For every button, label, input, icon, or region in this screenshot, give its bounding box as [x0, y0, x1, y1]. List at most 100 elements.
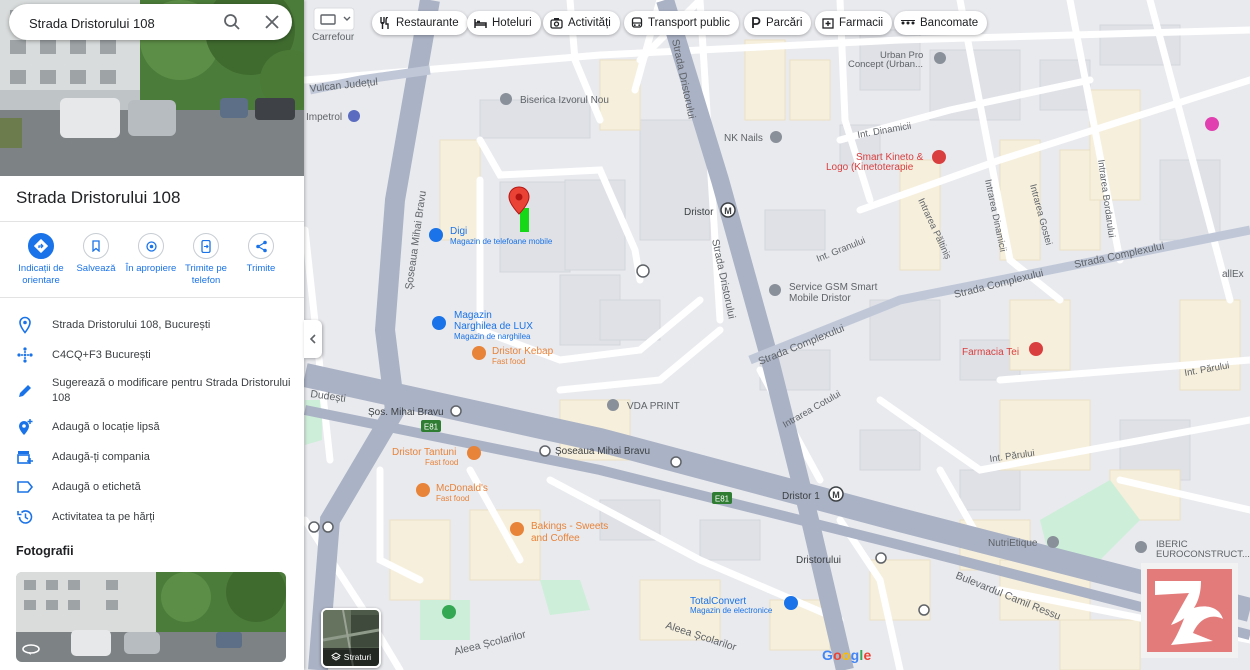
bus-icon — [631, 17, 643, 28]
stop-label-dristorului: Dristorului — [796, 555, 841, 566]
info-add-label[interactable]: Adaugă o etichetă — [0, 472, 304, 500]
photo-thumbnail[interactable] — [16, 572, 286, 662]
svg-text:Dristor Tantuni: Dristor Tantuni — [392, 447, 456, 458]
photos-heading: Fotografii — [16, 544, 74, 558]
chip-restaurante[interactable]: Restaurante — [372, 11, 468, 35]
svg-text:NutriEtique: NutriEtique — [988, 538, 1038, 549]
svg-text:Magazin: Magazin — [454, 310, 492, 321]
send-to-phone-icon — [201, 239, 211, 253]
send-to-phone-button[interactable]: Trimite pe telefon — [175, 233, 237, 287]
share-button[interactable]: Trimite — [230, 233, 292, 275]
svg-text:Dristor 1: Dristor 1 — [782, 491, 820, 502]
chip-activitati[interactable]: Activități — [543, 11, 620, 35]
share-icon — [255, 240, 267, 252]
keyboard-shortcut-button[interactable] — [313, 7, 355, 31]
pharmacy-icon — [822, 18, 834, 29]
svg-text:NK Nails: NK Nails — [724, 133, 763, 144]
directions-label: Indicații de orientare — [18, 263, 64, 286]
info-add-business[interactable]: Adaugă-ți compania — [0, 442, 304, 470]
google-logo: Google — [822, 647, 872, 663]
street-label-allex: allEx — [1222, 269, 1244, 280]
info-address[interactable]: Strada Dristorului 108, București — [0, 310, 304, 338]
chip-transport-public[interactable]: Transport public — [624, 11, 740, 35]
close-icon — [265, 15, 279, 29]
divider — [0, 221, 304, 222]
add-business-icon — [17, 451, 33, 464]
layers-label: Straturi — [343, 652, 372, 662]
info-plus-code[interactable]: C4CQ+F3 București — [0, 340, 304, 368]
poi-pink-shop — [1205, 117, 1219, 131]
plus-code-icon — [17, 347, 33, 363]
svg-text:Magazin de telefoane mobile: Magazin de telefoane mobile — [450, 237, 553, 246]
label-icon — [17, 481, 34, 493]
edit-pencil-icon — [19, 385, 31, 397]
e81-shield: E81 — [421, 420, 441, 432]
chip-label: Restaurante — [396, 17, 459, 29]
svg-text:Dristor Kebap: Dristor Kebap — [492, 346, 554, 357]
send-to-phone-label: Trimite pe telefon — [185, 263, 227, 286]
svg-text:Fast food: Fast food — [436, 494, 469, 503]
close-button[interactable] — [263, 13, 281, 36]
street-label-carrefour: Carrefour — [312, 32, 355, 43]
svg-text:Biserica Izvorul Nou: Biserica Izvorul Nou — [520, 95, 609, 106]
chip-label: Hoteluri — [492, 17, 532, 29]
history-icon — [17, 510, 33, 524]
info-add-location[interactable]: Adaugă o locație lipsă — [0, 412, 304, 440]
chevron-left-icon — [309, 334, 316, 344]
chip-bancomate[interactable]: Bancomate — [894, 11, 988, 35]
chip-label: Bancomate — [920, 17, 979, 29]
svg-text:Digi: Digi — [450, 226, 467, 237]
search-icon — [224, 14, 240, 30]
share-label: Trimite — [246, 263, 276, 274]
search-input[interactable] — [27, 4, 221, 42]
collapse-panel-button[interactable] — [304, 320, 322, 358]
divider — [0, 297, 304, 298]
svg-text:E81: E81 — [715, 495, 730, 504]
e81-shield-2: E81 — [712, 492, 732, 504]
svg-text:M: M — [832, 490, 840, 500]
street-view-360-icon — [22, 644, 40, 655]
location-pin-icon — [19, 316, 31, 334]
stop-label-mihai-bravu: Șos. Mihai Bravu — [368, 407, 444, 418]
svg-text:VDA PRINT: VDA PRINT — [627, 401, 680, 412]
camera-icon — [550, 18, 563, 29]
svg-text:McDonald's: McDonald's — [436, 483, 488, 494]
layers-button[interactable]: Straturi — [321, 608, 381, 668]
info-activity[interactable]: Activitatea ta pe hărți — [0, 502, 304, 530]
info-activity-text: Activitatea ta pe hărți — [52, 511, 155, 523]
info-address-text: Strada Dristorului 108, București — [52, 319, 211, 331]
svg-text:E81: E81 — [424, 423, 439, 432]
svg-text:EUROCONSTRUCT...: EUROCONSTRUCT... — [1156, 549, 1250, 560]
stop-label-sos-mihai-bravu: Șoseaua Mihai Bravu — [555, 446, 650, 457]
poi-green-park — [442, 605, 456, 619]
poi-impetrol: Impetrol — [306, 110, 360, 123]
chip-farmacii[interactable]: Farmacii — [815, 11, 893, 35]
svg-text:Fast food: Fast food — [425, 458, 458, 467]
chip-label: Farmacii — [839, 17, 884, 29]
parking-icon — [752, 17, 761, 28]
info-add-label-text: Adaugă o etichetă — [52, 481, 141, 493]
svg-text:M: M — [724, 206, 732, 216]
svg-text:Mobile Dristor: Mobile Dristor — [789, 293, 851, 304]
info-suggest-edit[interactable]: Sugerează o modificare pentru Strada Dri… — [0, 370, 304, 408]
chip-label: Activități — [568, 17, 611, 29]
poi-nk-nails: NK Nails — [724, 131, 782, 144]
nearby-icon — [145, 240, 157, 252]
svg-text:Bakings - Sweets: Bakings - Sweets — [531, 521, 608, 532]
fork-knife-icon — [380, 17, 389, 29]
search-button[interactable] — [223, 13, 241, 36]
svg-text:Fast food: Fast food — [492, 357, 525, 366]
svg-text:Magazin de narghilea: Magazin de narghilea — [454, 332, 531, 341]
svg-text:Logo (Kinetoterapie: Logo (Kinetoterapie — [826, 162, 914, 173]
place-title: Strada Dristorului 108 — [16, 188, 181, 207]
atm-icon — [901, 20, 915, 25]
add-location-icon — [19, 419, 33, 435]
chip-parcari[interactable]: Parcări — [744, 11, 812, 35]
layers-icon — [330, 652, 341, 661]
save-button[interactable]: Salvează — [65, 233, 127, 275]
directions-button[interactable]: Indicații de orientare — [10, 233, 72, 287]
chip-hoteluri[interactable]: Hoteluri — [467, 11, 541, 35]
nearby-label: În apropiere — [125, 263, 177, 274]
search-box[interactable] — [9, 4, 292, 42]
nearby-button[interactable]: În apropiere — [120, 233, 182, 275]
